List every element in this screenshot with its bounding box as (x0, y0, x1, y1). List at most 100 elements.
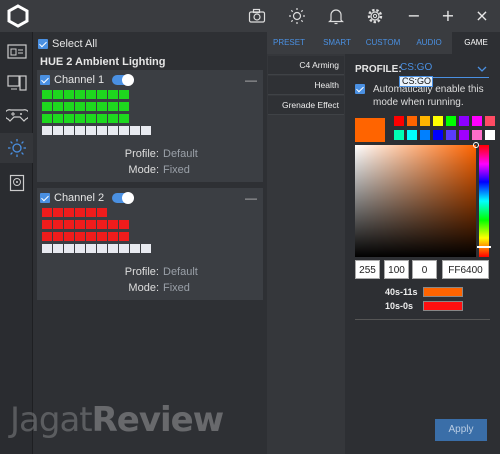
led-cell[interactable] (86, 126, 96, 135)
maximize-button[interactable]: + (437, 5, 459, 27)
led-cell[interactable] (119, 90, 129, 99)
led-cell[interactable] (86, 220, 96, 229)
led-cell[interactable] (42, 90, 52, 99)
led-cell[interactable] (119, 220, 129, 229)
hue-slider[interactable] (477, 145, 491, 257)
led-cell[interactable] (53, 114, 63, 123)
legend-color-bar[interactable] (423, 301, 463, 311)
led-cell[interactable] (97, 102, 107, 111)
hex-input[interactable]: FF6400 (442, 260, 489, 279)
effect-health[interactable]: Health (268, 76, 344, 95)
led-cell[interactable] (42, 244, 52, 253)
led-cell[interactable] (75, 114, 85, 123)
preset-color-swatch[interactable] (394, 130, 404, 140)
led-cell[interactable] (108, 232, 118, 241)
led-cell[interactable] (86, 90, 96, 99)
led-cell[interactable] (86, 102, 96, 111)
preset-color-swatch[interactable] (472, 130, 482, 140)
profile-dropdown-option[interactable]: CS:GO (399, 76, 433, 87)
preset-color-swatch[interactable] (472, 116, 482, 126)
led-cell[interactable] (75, 126, 85, 135)
led-cell[interactable] (130, 244, 140, 253)
led-cell[interactable] (86, 114, 96, 123)
preset-color-swatch[interactable] (420, 116, 430, 126)
preset-color-swatch[interactable] (433, 116, 443, 126)
led-cell[interactable] (97, 114, 107, 123)
led-cell[interactable] (108, 244, 118, 253)
led-cell[interactable] (141, 244, 151, 253)
auto-enable-checkbox[interactable] (355, 84, 365, 97)
blue-input[interactable]: 0 (412, 260, 437, 279)
led-cell[interactable] (108, 220, 118, 229)
led-cell[interactable] (119, 126, 129, 135)
led-cell[interactable] (86, 208, 96, 217)
led-cell[interactable] (64, 126, 74, 135)
led-cell[interactable] (97, 90, 107, 99)
led-cell[interactable] (141, 126, 151, 135)
led-cell[interactable] (75, 232, 85, 241)
led-cell[interactable] (42, 232, 52, 241)
channel-1-collapse-icon[interactable]: — (245, 73, 257, 87)
brightness-icon[interactable] (287, 6, 307, 26)
led-cell[interactable] (53, 232, 63, 241)
nav-device-icon[interactable] (0, 36, 33, 66)
led-cell[interactable] (42, 208, 52, 217)
tab-preset[interactable]: PRESET (267, 32, 311, 54)
led-cell[interactable] (108, 102, 118, 111)
apply-button[interactable]: Apply (435, 419, 487, 441)
preset-color-swatch[interactable] (485, 116, 495, 126)
led-cell[interactable] (64, 208, 74, 217)
led-cell[interactable] (108, 126, 118, 135)
select-all-checkbox[interactable] (38, 39, 48, 49)
led-cell[interactable] (75, 208, 85, 217)
led-cell[interactable] (130, 126, 140, 135)
led-cell[interactable] (42, 102, 52, 111)
led-cell[interactable] (64, 114, 74, 123)
led-cell[interactable] (86, 232, 96, 241)
led-cell[interactable] (119, 244, 129, 253)
led-cell[interactable] (75, 102, 85, 111)
green-input[interactable]: 100 (384, 260, 409, 279)
led-cell[interactable] (42, 220, 52, 229)
led-cell[interactable] (75, 90, 85, 99)
nav-storage-icon[interactable] (0, 168, 33, 198)
channel-2-checkbox[interactable] (40, 193, 50, 203)
preset-color-swatch[interactable] (446, 130, 456, 140)
tab-audio[interactable]: AUDIO (407, 32, 451, 54)
led-cell[interactable] (42, 114, 52, 123)
preset-color-swatch[interactable] (407, 116, 417, 126)
led-cell[interactable] (97, 126, 107, 135)
preset-color-swatch[interactable] (394, 116, 404, 126)
tab-game[interactable]: GAME (452, 32, 500, 54)
led-cell[interactable] (97, 220, 107, 229)
led-cell[interactable] (53, 220, 63, 229)
led-cell[interactable] (64, 102, 74, 111)
led-cell[interactable] (97, 244, 107, 253)
color-picker-area[interactable] (355, 142, 479, 257)
nav-pc-icon[interactable] (0, 68, 33, 98)
preset-color-swatch[interactable] (433, 130, 443, 140)
minimize-button[interactable]: − (403, 5, 425, 27)
led-cell[interactable] (53, 90, 63, 99)
tab-smart[interactable]: SMART (315, 32, 359, 54)
nav-gamepad-icon[interactable] (0, 100, 33, 130)
effect-c4-arming[interactable]: C4 Arming (268, 56, 344, 75)
led-cell[interactable] (119, 114, 129, 123)
led-cell[interactable] (53, 126, 63, 135)
gear-icon[interactable] (365, 6, 385, 26)
channel-1-toggle[interactable] (112, 74, 135, 86)
preset-color-swatch[interactable] (459, 130, 469, 140)
preset-color-swatch[interactable] (459, 116, 469, 126)
led-cell[interactable] (119, 232, 129, 241)
led-cell[interactable] (108, 114, 118, 123)
led-cell[interactable] (97, 232, 107, 241)
led-cell[interactable] (119, 102, 129, 111)
led-cell[interactable] (64, 232, 74, 241)
tab-custom[interactable]: CUSTOM (361, 32, 405, 54)
led-cell[interactable] (53, 244, 63, 253)
preset-color-swatch[interactable] (485, 130, 495, 140)
preset-color-swatch[interactable] (420, 130, 430, 140)
led-cell[interactable] (53, 102, 63, 111)
preset-color-swatch[interactable] (407, 130, 417, 140)
led-cell[interactable] (64, 244, 74, 253)
